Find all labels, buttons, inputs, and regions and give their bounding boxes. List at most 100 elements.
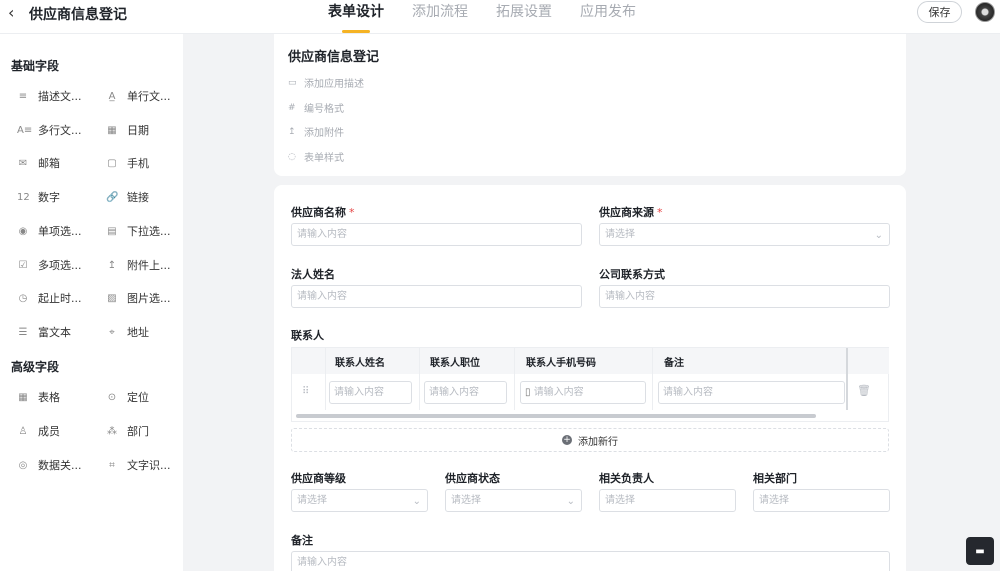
field-dropdown[interactable]: ▤ 下拉选...	[106, 223, 170, 239]
checkbox-icon: ☑	[18, 259, 28, 271]
tab-app-publish[interactable]: 应用发布	[580, 3, 636, 33]
drag-handle-icon[interactable]: ⠿	[302, 386, 309, 397]
supplier-name-input[interactable]: 请输入内容	[291, 223, 582, 246]
add-attachment-link[interactable]: ↥ 添加附件	[288, 124, 344, 140]
avatar[interactable]	[975, 2, 995, 22]
chevron-down-icon: ⌄	[566, 496, 575, 507]
tab-extend-settings[interactable]: 拓展设置	[496, 3, 552, 33]
add-row-button[interactable]: + 添加新行	[291, 428, 889, 452]
field-address[interactable]: ⌖ 地址	[106, 324, 149, 340]
column-divider	[419, 348, 420, 410]
subtable-header: 联系人姓名 联系人职位 联系人手机号码 备注	[292, 348, 889, 374]
basic-fields-title: 基础字段	[11, 59, 60, 73]
field-attachment[interactable]: ↥ 附件上...	[106, 257, 171, 273]
supplier-source-select[interactable]: 请选择 ⌄	[599, 223, 890, 246]
field-time-range[interactable]: ◷ 起止时...	[17, 290, 82, 306]
field-number[interactable]: 12 数字	[17, 189, 60, 205]
column-header: 联系人姓名	[335, 358, 385, 369]
column-header: 联系人职位	[430, 358, 480, 369]
field-location[interactable]: ⊙ 定位	[106, 389, 149, 405]
department-select[interactable]: 请选择	[753, 489, 890, 512]
scan-icon: ⌗	[109, 459, 115, 471]
multiline-text-icon: A≡	[17, 124, 33, 136]
column-divider	[514, 348, 515, 410]
app-title: 供应商信息登记	[29, 7, 127, 23]
add-description-link[interactable]: ▭ 添加应用描述	[288, 75, 364, 91]
image-icon: ▨	[107, 292, 117, 304]
department-label: 相关部门	[753, 472, 797, 485]
legal-name-label: 法人姓名	[291, 268, 335, 281]
supplier-name-label: 供应商名称 *	[291, 206, 355, 219]
contacts-subtable: 联系人姓名 联系人职位 联系人手机号码 备注 ⠿ 请输入内容 请输入内容 ▯ 请…	[291, 347, 889, 422]
chat-icon: ▬	[975, 545, 985, 557]
form-canvas: 供应商信息登记 ▭ 添加应用描述 # 编号格式 ↥ 添加附件 ◌ 表单样式 供应商名称 *…	[183, 34, 1000, 571]
hash-icon: #	[288, 102, 296, 113]
column-divider	[652, 348, 653, 410]
column-header: 联系人手机号码	[526, 358, 596, 369]
field-email[interactable]: ✉ 邮箱	[17, 155, 60, 171]
tab-add-flow[interactable]: 添加流程	[412, 3, 468, 33]
remark-input[interactable]: 请输入内容	[291, 551, 890, 571]
field-date[interactable]: ▦ 日期	[106, 122, 149, 138]
number-icon: 12	[17, 191, 30, 203]
field-single-line[interactable]: A̲ 单行文...	[106, 88, 171, 104]
chat-support-button[interactable]: ▬	[966, 537, 994, 565]
text-input-icon: A̲	[108, 90, 116, 102]
supplier-status-label: 供应商状态	[445, 472, 500, 485]
field-multi-line[interactable]: A≡ 多行文...	[17, 122, 82, 138]
upload-icon: ↥	[288, 126, 296, 137]
map-pin-icon: ⌖	[109, 326, 115, 338]
legal-name-input[interactable]: 请输入内容	[291, 285, 582, 308]
top-bar: ‹ 供应商信息登记 表单设计 添加流程 拓展设置 应用发布 保存	[0, 0, 1000, 34]
owner-select[interactable]: 请选择	[599, 489, 736, 512]
supplier-source-label: 供应商来源 *	[599, 206, 663, 219]
radio-icon: ◉	[18, 225, 28, 237]
horizontal-scrollbar[interactable]	[296, 414, 816, 418]
field-table[interactable]: ▦ 表格	[17, 389, 60, 405]
field-description[interactable]: ≡ 描述文...	[17, 88, 82, 104]
chevron-down-icon: ⌄	[412, 496, 421, 507]
data-link-icon: ◎	[18, 459, 28, 471]
form-style-link[interactable]: ◌ 表单样式	[288, 149, 344, 165]
palette-icon: ◌	[288, 151, 296, 162]
tab-bar: 表单设计 添加流程 拓展设置 应用发布	[328, 3, 636, 33]
chevron-left-icon[interactable]: ‹	[8, 3, 14, 22]
contact-phone-input[interactable]: ▯ 请输入内容	[520, 381, 646, 404]
dropdown-icon: ▤	[107, 225, 117, 237]
contact-position-input[interactable]: 请输入内容	[424, 381, 507, 404]
field-link[interactable]: 🔗 链接	[106, 189, 149, 205]
company-contact-label: 公司联系方式	[599, 268, 665, 281]
rich-text-icon: ☰	[18, 326, 28, 338]
field-sidebar: 基础字段 ≡ 描述文... A̲ 单行文... A≡ 多行文... ▦ 日期 ✉ 邮箱 ▢…	[0, 34, 183, 571]
supplier-level-select[interactable]: 请选择 ⌄	[291, 489, 428, 512]
link-icon: 🔗	[106, 191, 119, 203]
tab-form-design[interactable]: 表单设计	[328, 3, 384, 33]
trash-icon[interactable]: 🗑	[857, 384, 871, 397]
remark-label: 备注	[291, 534, 313, 547]
plus-circle-icon: +	[562, 435, 572, 445]
location-icon: ⊙	[107, 391, 117, 403]
mail-icon: ✉	[18, 157, 28, 169]
company-contact-input[interactable]: 请输入内容	[599, 285, 890, 308]
calendar-icon: ▦	[107, 124, 117, 136]
supplier-status-select[interactable]: 请选择 ⌄	[445, 489, 582, 512]
contact-name-input[interactable]: 请输入内容	[329, 381, 412, 404]
number-format-link[interactable]: # 编号格式	[288, 100, 344, 116]
field-single-choice[interactable]: ◉ 单项选...	[17, 223, 82, 239]
field-department[interactable]: ⁂ 部门	[106, 423, 149, 439]
form-title[interactable]: 供应商信息登记	[288, 46, 379, 65]
field-data-relation[interactable]: ◎ 数据关...	[17, 457, 82, 473]
field-member[interactable]: ♙ 成员	[17, 423, 60, 439]
field-phone[interactable]: ▢ 手机	[106, 155, 149, 171]
text-lines-icon: ≡	[18, 90, 28, 102]
contact-remark-input[interactable]: 请输入内容	[658, 381, 845, 404]
form-header-card: 供应商信息登记 ▭ 添加应用描述 # 编号格式 ↥ 添加附件 ◌ 表单样式	[274, 34, 906, 176]
comment-icon: ▭	[288, 77, 297, 88]
field-ocr[interactable]: ⌗ 文字识...	[106, 457, 170, 473]
field-rich-text[interactable]: ☰ 富文本	[17, 324, 71, 340]
save-button[interactable]: 保存	[917, 1, 962, 23]
field-multi-choice[interactable]: ☑ 多项选...	[17, 257, 82, 273]
owner-label: 相关负责人	[599, 472, 654, 485]
column-header: 备注	[664, 358, 684, 369]
field-image[interactable]: ▨ 图片选...	[106, 290, 170, 306]
